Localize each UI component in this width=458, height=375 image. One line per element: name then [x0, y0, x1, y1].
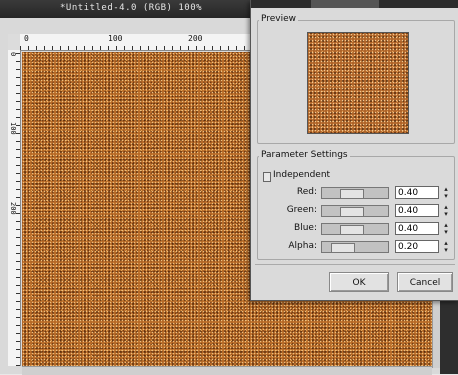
ruler-top-label: 100	[108, 34, 123, 43]
dialog-titlebar[interactable]	[251, 0, 458, 8]
green-label: Green:	[286, 205, 317, 215]
red-value-input[interactable]: 0.40	[395, 186, 439, 199]
slider-thumb[interactable]	[340, 189, 364, 199]
ruler-left-label: 100	[9, 122, 17, 135]
image-window-title: *Untitled-4.0 (RGB) 100%	[60, 3, 203, 13]
noisify-dialog: Preview Parameter Settings Independent R…	[250, 0, 458, 301]
dialog-separator	[255, 264, 455, 265]
parameter-settings-label: Parameter Settings	[259, 150, 350, 160]
blue-value-input[interactable]: 0.40	[395, 222, 439, 235]
green-spin-arrows[interactable]: ▴ ▾	[441, 204, 451, 218]
ruler-top-label: 200	[188, 34, 203, 43]
alpha-label: Alpha:	[288, 241, 317, 251]
preview-label: Preview	[259, 14, 299, 24]
ruler-left-label: 200	[9, 202, 17, 215]
dialog-title-tab	[311, 0, 379, 8]
red-spin-arrows[interactable]: ▴ ▾	[441, 186, 451, 200]
preview-image	[307, 32, 409, 134]
slider-thumb[interactable]	[331, 243, 355, 253]
cancel-button[interactable]: Cancel	[397, 272, 453, 292]
alpha-spin-arrows[interactable]: ▴ ▾	[441, 240, 451, 254]
red-label: Red:	[296, 187, 317, 197]
slider-thumb[interactable]	[340, 225, 364, 235]
independent-label: Independent	[273, 170, 331, 180]
independent-checkbox[interactable]	[263, 172, 271, 182]
vertical-ruler[interactable]: 0 100 200	[8, 50, 21, 366]
ruler-top-label: 0	[24, 34, 29, 43]
slider-thumb[interactable]	[340, 207, 364, 217]
blue-spin-arrows[interactable]: ▴ ▾	[441, 222, 451, 236]
red-slider[interactable]	[321, 187, 389, 199]
ruler-left-label: 0	[9, 52, 17, 57]
blue-label: Blue:	[294, 223, 317, 233]
green-value-input[interactable]: 0.40	[395, 204, 439, 217]
blue-slider[interactable]	[321, 223, 389, 235]
alpha-value-input[interactable]: 0.20	[395, 240, 439, 253]
alpha-slider[interactable]	[321, 241, 389, 253]
green-slider[interactable]	[321, 205, 389, 217]
ok-button[interactable]: OK	[329, 272, 389, 292]
